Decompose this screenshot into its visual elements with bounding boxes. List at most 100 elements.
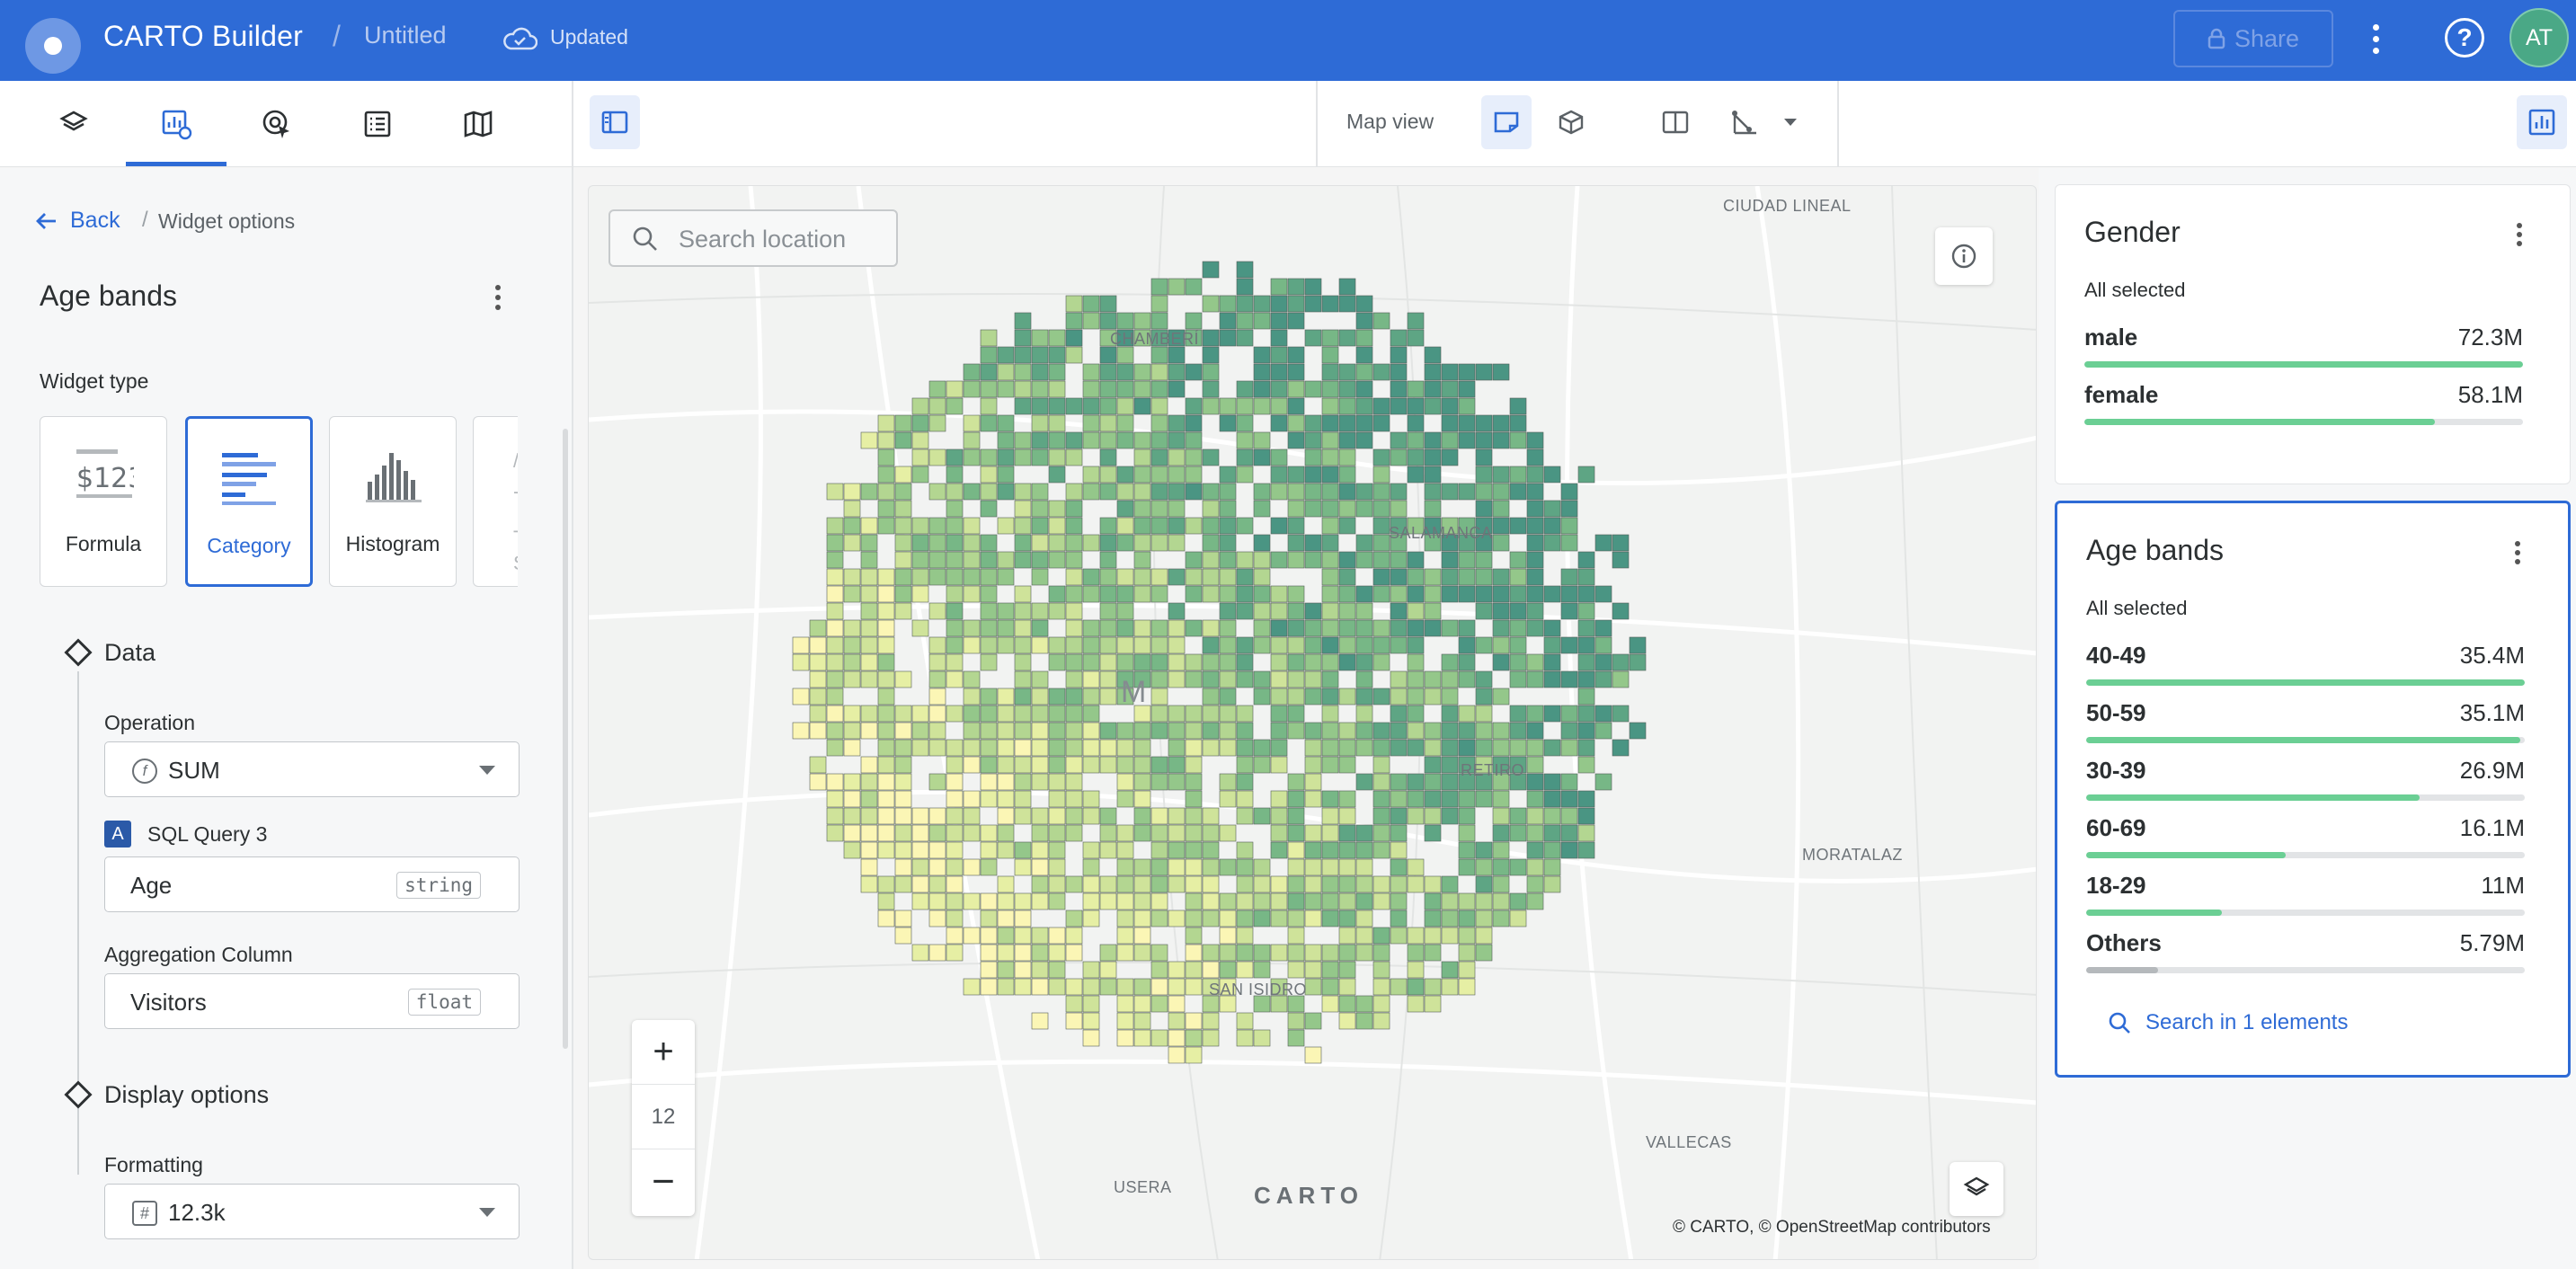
grid-cell[interactable] bbox=[1526, 585, 1544, 603]
grid-cell[interactable] bbox=[1577, 688, 1595, 705]
category-row[interactable]: 60-69 16.1M bbox=[2086, 814, 2525, 868]
grid-cell[interactable] bbox=[1099, 568, 1117, 586]
grid-cell[interactable] bbox=[1321, 619, 1339, 637]
grid-cell[interactable] bbox=[1202, 329, 1220, 347]
grid-cell[interactable] bbox=[1372, 841, 1390, 859]
grid-cell[interactable] bbox=[877, 636, 895, 654]
grid-cell[interactable] bbox=[1475, 722, 1493, 740]
grid-cell[interactable] bbox=[1287, 875, 1305, 893]
category-row[interactable]: Others 5.79M bbox=[2086, 929, 2525, 983]
grid-cell[interactable] bbox=[1509, 517, 1527, 535]
grid-cell[interactable] bbox=[946, 910, 964, 927]
grid-cell[interactable] bbox=[1355, 858, 1373, 876]
grid-cell[interactable] bbox=[1048, 551, 1066, 569]
grid-cell[interactable] bbox=[980, 619, 998, 637]
basemap-tab-icon[interactable] bbox=[457, 102, 500, 146]
category-row[interactable]: 30-39 26.9M bbox=[2086, 757, 2525, 811]
grid-cell[interactable] bbox=[1031, 739, 1049, 757]
grid-cell[interactable] bbox=[1185, 773, 1203, 791]
grid-cell[interactable] bbox=[1014, 773, 1032, 791]
grid-cell[interactable] bbox=[1014, 892, 1032, 910]
grid-cell[interactable] bbox=[1560, 722, 1578, 740]
grid-cell[interactable] bbox=[1355, 483, 1373, 501]
grid-cell[interactable] bbox=[1390, 773, 1408, 791]
grid-cell[interactable] bbox=[1372, 517, 1390, 535]
grid-cell[interactable] bbox=[1099, 414, 1117, 432]
grid-cell[interactable] bbox=[877, 448, 895, 466]
grid-cell[interactable] bbox=[1475, 944, 1493, 962]
grid-cell[interactable] bbox=[1526, 602, 1544, 620]
grid-cell[interactable] bbox=[1236, 602, 1254, 620]
grid-cell[interactable] bbox=[1031, 1012, 1049, 1030]
grid-cell[interactable] bbox=[1116, 790, 1134, 808]
grid-cell[interactable] bbox=[1031, 875, 1049, 893]
grid-cell[interactable] bbox=[1185, 551, 1203, 569]
grid-cell[interactable] bbox=[1424, 807, 1442, 825]
grid-cell[interactable] bbox=[1065, 551, 1083, 569]
grid-cell[interactable] bbox=[1338, 517, 1356, 535]
grid-cell[interactable] bbox=[1441, 431, 1459, 449]
grid-cell[interactable] bbox=[1014, 739, 1032, 757]
grid-cell[interactable] bbox=[1424, 568, 1442, 586]
grid-cell[interactable] bbox=[980, 653, 998, 671]
grid-cell[interactable] bbox=[1185, 705, 1203, 723]
grid-cell[interactable] bbox=[1441, 961, 1459, 979]
grid-cell[interactable] bbox=[1560, 807, 1578, 825]
grid-cell[interactable] bbox=[928, 858, 946, 876]
grid-cell[interactable] bbox=[877, 824, 895, 842]
grid-cell[interactable] bbox=[860, 636, 878, 654]
grid-cell[interactable] bbox=[963, 927, 981, 945]
grid-cell[interactable] bbox=[1526, 875, 1544, 893]
grid-cell[interactable] bbox=[1355, 722, 1373, 740]
grid-cell[interactable] bbox=[980, 483, 998, 501]
grid-cell[interactable] bbox=[1185, 448, 1203, 466]
grid-cell[interactable] bbox=[1168, 568, 1186, 586]
grid-cell[interactable] bbox=[1082, 466, 1100, 484]
grid-cell[interactable] bbox=[826, 790, 844, 808]
grid-cell[interactable] bbox=[1236, 517, 1254, 535]
grid-cell[interactable] bbox=[1321, 602, 1339, 620]
grid-cell[interactable] bbox=[1475, 892, 1493, 910]
widget-type-next[interactable]: / - T S bbox=[473, 416, 518, 587]
grid-cell[interactable] bbox=[1407, 790, 1425, 808]
grid-cell[interactable] bbox=[1475, 483, 1493, 501]
grid-cell[interactable] bbox=[1065, 448, 1083, 466]
grid-cell[interactable] bbox=[1099, 295, 1117, 313]
grid-cell[interactable] bbox=[928, 722, 946, 740]
grid-cell[interactable] bbox=[1082, 807, 1100, 825]
grid-cell[interactable] bbox=[1185, 431, 1203, 449]
grid-cell[interactable] bbox=[1014, 619, 1032, 637]
grid-cell[interactable] bbox=[1492, 790, 1510, 808]
grid-cell[interactable] bbox=[1338, 841, 1356, 859]
grid-cell[interactable] bbox=[963, 722, 981, 740]
grid-cell[interactable] bbox=[1304, 722, 1322, 740]
grid-cell[interactable] bbox=[1168, 346, 1186, 364]
panel-scrollbar[interactable] bbox=[563, 429, 568, 1049]
grid-cell[interactable] bbox=[1048, 927, 1066, 945]
grid-cell[interactable] bbox=[1219, 414, 1237, 432]
grid-cell[interactable] bbox=[877, 790, 895, 808]
grid-cell[interactable] bbox=[1338, 329, 1356, 347]
grid-cell[interactable] bbox=[1543, 858, 1561, 876]
grid-cell[interactable] bbox=[826, 773, 844, 791]
grid-cell[interactable] bbox=[1458, 363, 1476, 381]
grid-cell[interactable] bbox=[1594, 619, 1612, 637]
grid-cell[interactable] bbox=[1526, 568, 1544, 586]
grid-cell[interactable] bbox=[1150, 568, 1168, 586]
chevron-down-icon[interactable] bbox=[1774, 95, 1807, 149]
grid-cell[interactable] bbox=[877, 910, 895, 927]
grid-cell[interactable] bbox=[1150, 978, 1168, 996]
grid-cell[interactable] bbox=[980, 892, 998, 910]
grid-cell[interactable] bbox=[1492, 619, 1510, 637]
grid-cell[interactable] bbox=[1065, 329, 1083, 347]
grid-cell[interactable] bbox=[894, 517, 912, 535]
grid-cell[interactable] bbox=[911, 568, 929, 586]
search-location-input[interactable]: Search location bbox=[608, 209, 898, 267]
grid-cell[interactable] bbox=[963, 636, 981, 654]
grid-cell[interactable] bbox=[1321, 551, 1339, 569]
grid-cell[interactable] bbox=[1270, 312, 1288, 330]
grid-cell[interactable] bbox=[1270, 739, 1288, 757]
grid-cell[interactable] bbox=[1355, 636, 1373, 654]
grid-cell[interactable] bbox=[1321, 636, 1339, 654]
grid-cell[interactable] bbox=[1185, 892, 1203, 910]
